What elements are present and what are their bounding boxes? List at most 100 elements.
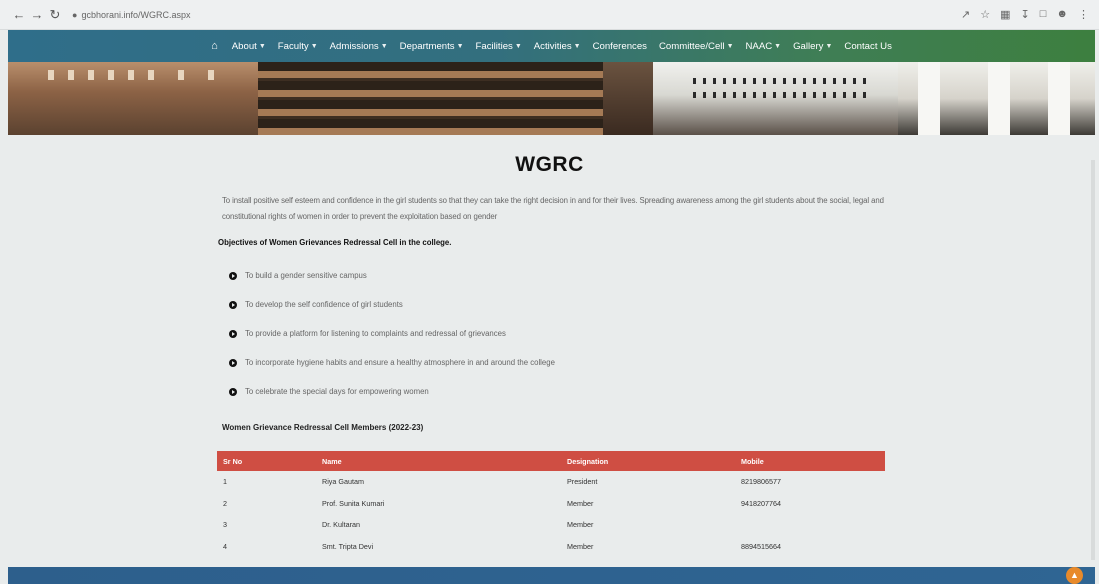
table-row: 4 Smt. Tripta Devi Member 8894515664 [217,536,885,558]
menu-icon[interactable]: ⋮ [1078,8,1089,21]
nav-gallery[interactable]: Gallery ▼ [793,41,832,52]
list-item: To develop the self confidence of girl s… [229,290,555,319]
nav-label: NAAC [745,40,773,52]
nav-home[interactable]: ⌂ [211,40,220,52]
browser-actions: ↗ ☆ ▦ ↧ □ ☻ ⋮ [961,8,1089,21]
profile-icon[interactable]: ☻ [1056,8,1068,21]
nav-label: Gallery [793,40,824,52]
reload-icon[interactable]: ↻ [46,7,64,23]
chevron-down-icon: ▼ [774,42,782,50]
nav-label: Conferences [592,40,647,52]
chevron-down-icon: ▼ [380,42,388,50]
list-item: To incorporate hygiene habits and ensure… [229,348,555,377]
table-row: 3 Dr. Kultaran Member [217,514,885,536]
chevron-circle-right-icon [229,329,237,338]
table-header-row: Sr No Name Designation Mobile [217,451,885,471]
objective-text: To provide a platform for listening to c… [245,329,506,338]
chevron-down-icon: ▼ [726,42,734,50]
nav-conferences[interactable]: Conferences [593,41,647,52]
cell-mobile [735,514,885,536]
intro-paragraph: To install positive self esteem and conf… [222,196,884,221]
download-icon[interactable]: ↧ [1021,8,1030,21]
header-name: Name [316,451,561,471]
window-icon[interactable]: □ [1040,8,1047,21]
members-table-title: Women Grievance Redressal Cell Members (… [222,423,424,432]
extensions-icon[interactable]: ▦ [1000,8,1010,21]
nav-activities[interactable]: Activities ▼ [534,41,581,52]
header-sr-no: Sr No [217,451,316,471]
objective-text: To develop the self confidence of girl s… [245,300,403,309]
chevron-down-icon: ▼ [310,42,318,50]
members-table: Sr No Name Designation Mobile 1 Riya Gau… [217,451,885,557]
main-navigation: ⌂ About ▼ Faculty ▼ Admissions ▼ Departm… [8,30,1095,62]
lock-icon[interactable]: ● [72,10,77,20]
table-row: 2 Prof. Sunita Kumari Member 9418207764 [217,493,885,515]
chevron-down-icon: ▼ [825,42,833,50]
objectives-heading: Objectives of Women Grievances Redressal… [218,238,452,247]
cell-sr-no: 1 [223,477,227,487]
nav-naac[interactable]: NAAC ▼ [746,41,782,52]
banner-doorway [603,62,653,135]
nav-about[interactable]: About ▼ [232,41,266,52]
page-title: WGRC [515,153,584,176]
cell-sr-no: 4 [223,541,227,551]
scroll-to-top-button[interactable]: ▲ [1066,567,1083,584]
cell-designation: President [567,477,598,487]
objective-text: To incorporate hygiene habits and ensure… [245,358,555,367]
nav-label: Faculty [277,40,309,52]
page-content: WGRC To install positive self esteem and… [0,135,1099,567]
list-item: To celebrate the special days for empowe… [229,377,555,406]
list-item: To build a gender sensitive campus [229,261,555,290]
nav-committee-cell[interactable]: Committee/Cell ▼ [659,41,734,52]
cell-mobile: 8219806577 [741,477,781,487]
page-scrollbar[interactable] [1091,160,1095,560]
cell-mobile: 8894515664 [741,541,781,551]
nav-departments[interactable]: Departments ▼ [400,41,464,52]
list-item: To provide a platform for listening to c… [229,319,555,348]
chevron-down-icon: ▼ [514,42,522,50]
header-mobile: Mobile [735,451,885,471]
browser-toolbar: ← → ↻ ● gcbhorani.info/WGRC.aspx ↗ ☆ ▦ ↧… [0,0,1099,30]
cell-designation: Member [567,520,594,530]
home-icon[interactable]: ⌂ [211,40,218,52]
address-bar[interactable]: gcbhorani.info/WGRC.aspx [81,10,190,20]
chevron-circle-right-icon [229,271,237,280]
banner-columns [898,62,1095,135]
banner-building [8,62,258,135]
banner-hall [653,62,898,135]
site-footer [8,567,1095,584]
objective-text: To build a gender sensitive campus [245,271,367,280]
objectives-list: To build a gender sensitive campus To de… [229,261,555,406]
back-icon[interactable]: ← [10,7,28,22]
nav-contact-us[interactable]: Contact Us [844,41,891,52]
chevron-circle-right-icon [229,300,237,309]
nav-label: Committee/Cell [658,40,725,52]
nav-label: Activities [533,40,572,52]
chevron-up-icon: ▲ [1070,570,1079,580]
forward-icon[interactable]: → [28,7,46,22]
header-designation: Designation [561,451,735,471]
nav-label: About [231,40,257,52]
nav-label: Departments [399,40,455,52]
chevron-down-icon: ▼ [258,42,266,50]
table-row: 1 Riya Gautam President 8219806577 [217,471,885,493]
nav-label: Facilities [475,40,513,52]
cell-name: Prof. Sunita Kumari [322,498,385,508]
nav-faculty[interactable]: Faculty ▼ [278,41,318,52]
objective-text: To celebrate the special days for empowe… [245,387,429,396]
cell-sr-no: 3 [223,520,227,530]
cell-sr-no: 2 [223,498,227,508]
chevron-circle-right-icon [229,358,237,367]
share-icon[interactable]: ↗ [961,8,970,21]
cell-mobile: 9418207764 [741,498,781,508]
star-icon[interactable]: ☆ [980,8,990,21]
banner-blinds [258,62,603,135]
nav-facilities[interactable]: Facilities ▼ [476,41,522,52]
chevron-down-icon: ▼ [573,42,581,50]
cell-designation: Member [567,541,594,551]
chevron-down-icon: ▼ [456,42,464,50]
campus-banner-image [8,62,1095,135]
nav-admissions[interactable]: Admissions ▼ [330,41,388,52]
cell-name: Riya Gautam [322,477,364,487]
nav-label: Contact Us [844,40,892,52]
